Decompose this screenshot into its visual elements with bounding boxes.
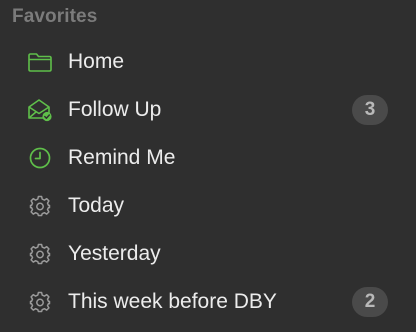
- gear-icon: [27, 242, 53, 266]
- unread-count-badge: 3: [352, 95, 388, 125]
- sidebar-item-home[interactable]: Home: [0, 38, 416, 86]
- envelope-check-icon: [27, 98, 53, 122]
- sidebar-item-label: Home: [68, 50, 125, 73]
- favorites-list: Home Follow Up 3 Remind Me Today Yesterd…: [0, 38, 416, 326]
- clock-icon: [27, 146, 53, 170]
- folder-icon: [27, 50, 53, 74]
- sidebar-item-yesterday[interactable]: Yesterday: [0, 230, 416, 278]
- sidebar-item-today[interactable]: Today: [0, 182, 416, 230]
- sidebar-item-remind-me[interactable]: Remind Me: [0, 134, 416, 182]
- gear-icon: [27, 290, 53, 314]
- sidebar-item-label: Remind Me: [68, 146, 176, 169]
- sidebar-item-label: Yesterday: [68, 242, 161, 265]
- favorites-section-header: Favorites: [12, 6, 98, 27]
- sidebar-item-follow-up[interactable]: Follow Up 3: [0, 86, 416, 134]
- sidebar-item-label: This week before DBY: [68, 290, 277, 313]
- gear-icon: [27, 194, 53, 218]
- unread-count-badge: 2: [352, 287, 388, 317]
- sidebar-item-this-week-before-dby[interactable]: This week before DBY 2: [0, 278, 416, 326]
- sidebar-item-label: Today: [68, 194, 125, 217]
- sidebar-item-label: Follow Up: [68, 98, 162, 121]
